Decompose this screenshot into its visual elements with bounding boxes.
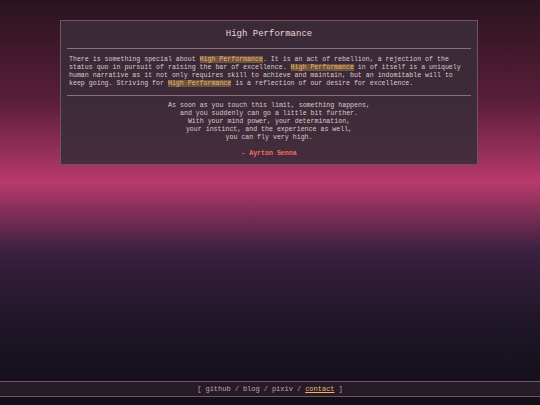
quote-line: As soon as you touch this limit, somethi… bbox=[168, 102, 370, 110]
quote-line: With your mind power, your determination… bbox=[188, 118, 350, 126]
quote-line: and you suddenly can go a little bit fur… bbox=[180, 110, 358, 118]
nav-link[interactable]: pixiv bbox=[272, 384, 293, 395]
quote-attribution: - Ayrton Senna bbox=[61, 142, 477, 165]
nav-link[interactable]: blog bbox=[243, 384, 260, 395]
panel-title: High Performance bbox=[67, 21, 471, 49]
quote-line: your instinct, and the experience as wel… bbox=[186, 126, 352, 134]
bottom-nav: [github/blog/pixiv/contact] bbox=[0, 381, 540, 398]
nav-link[interactable]: github bbox=[205, 384, 230, 395]
quote: As soon as you touch this limit, somethi… bbox=[61, 96, 477, 142]
highlight-text: High Performance bbox=[291, 64, 354, 71]
highlight-text: High Performance bbox=[168, 80, 231, 87]
nav-link[interactable]: contact bbox=[305, 384, 334, 395]
content-panel: High PerformanceThere is something speci… bbox=[60, 20, 478, 165]
divider bbox=[67, 95, 471, 96]
page: High PerformanceThere is something speci… bbox=[0, 0, 540, 405]
intro-paragraph: There is something special about High Pe… bbox=[61, 49, 477, 95]
highlight-text: High Performance bbox=[200, 56, 263, 63]
quote-line: you can fly very high. bbox=[225, 134, 312, 142]
